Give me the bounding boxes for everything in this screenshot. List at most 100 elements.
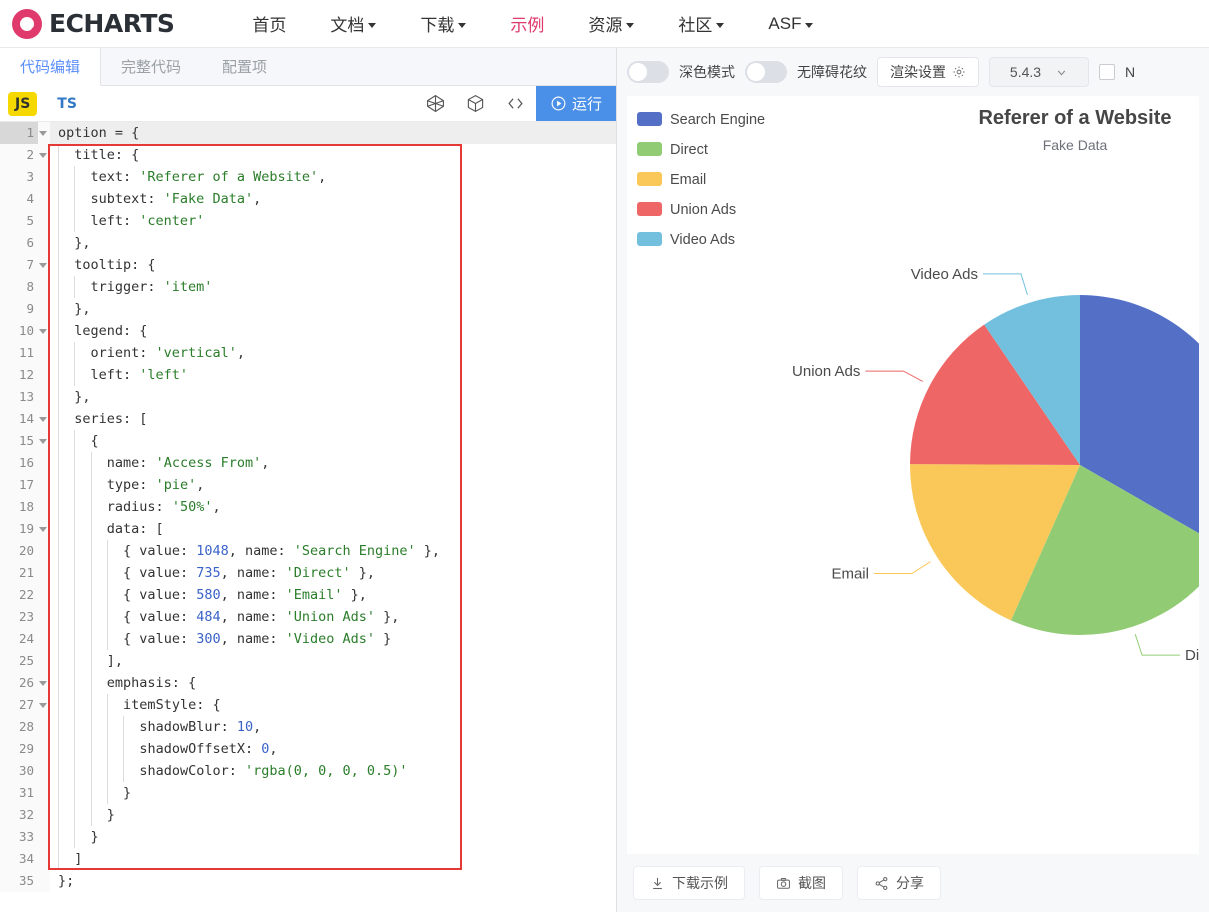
render-settings-button[interactable]: 渲染设置 [877, 57, 979, 87]
code-line[interactable]: 18 radius: '50%', [0, 496, 616, 518]
footer-button-0[interactable]: 下载示例 [633, 866, 745, 900]
share-icon [874, 876, 889, 891]
dark-mode-toggle[interactable] [627, 61, 669, 83]
code-line[interactable]: 13 }, [0, 386, 616, 408]
code-line-text: { value: 1048, name: 'Search Engine' }, [50, 540, 616, 562]
nav-link-2[interactable]: 下载 [398, 11, 488, 36]
nav-link-label: 首页 [252, 16, 287, 35]
code-line[interactable]: 8 trigger: 'item' [0, 276, 616, 298]
code-line[interactable]: 20 { value: 1048, name: 'Search Engine' … [0, 540, 616, 562]
nav-link-4[interactable]: 资源 [566, 11, 656, 36]
fold-toggle-icon[interactable] [38, 408, 50, 430]
code-line[interactable]: 17 type: 'pie', [0, 474, 616, 496]
chart-legend[interactable]: Search Engine Direct Email Union Ads Video A… [637, 112, 765, 248]
code-line[interactable]: 23 { value: 484, name: 'Union Ads' }, [0, 606, 616, 628]
download-icon [650, 876, 665, 891]
footer-button-2[interactable]: 分享 [857, 866, 941, 900]
code-line[interactable]: 22 { value: 580, name: 'Email' }, [0, 584, 616, 606]
nav-link-3[interactable]: 示例 [488, 11, 566, 36]
code-line[interactable]: 24 { value: 300, name: 'Video Ads' } [0, 628, 616, 650]
brand-logo-group[interactable]: ECHARTS [12, 8, 175, 39]
fold-toggle-icon[interactable] [38, 122, 50, 144]
fold-spacer [38, 826, 50, 848]
code-line[interactable]: 35}; [0, 870, 616, 892]
run-button[interactable]: 运行 [535, 86, 616, 121]
code-editor[interactable]: 1 option = {2 title: {3 text: 'Referer of… [0, 122, 616, 912]
code-line-text: } [50, 782, 616, 804]
code-line[interactable]: 33 } [0, 826, 616, 848]
code-line[interactable]: 29 shadowOffsetX: 0, [0, 738, 616, 760]
preview-toolbar: 深色模式 无障碍花纹 渲染设置 5.4.3 N [617, 48, 1209, 96]
line-number: 33 [0, 826, 38, 848]
accessibility-pattern-toggle[interactable] [745, 61, 787, 83]
node-checkbox[interactable] [1099, 64, 1115, 80]
pie-chart[interactable]: Referer of a Website Fake Data Search Engi… [627, 96, 1199, 854]
fold-spacer [38, 188, 50, 210]
code-line[interactable]: 26 emphasis: { [0, 672, 616, 694]
pie-label-line [1134, 634, 1181, 656]
code-line[interactable]: 1 option = { [0, 122, 616, 144]
line-number: 7 [0, 254, 38, 276]
editor-tab-1[interactable]: 完整代码 [101, 48, 202, 85]
code-brackets-icon[interactable] [496, 86, 536, 121]
lang-tab-js[interactable]: JS [8, 91, 38, 116]
editor-tab-0[interactable]: 代码编辑 [0, 48, 102, 86]
code-line[interactable]: 19 data: [ [0, 518, 616, 540]
code-line[interactable]: 16 name: 'Access From', [0, 452, 616, 474]
code-line[interactable]: 12 left: 'left' [0, 364, 616, 386]
code-line[interactable]: 21 { value: 735, name: 'Direct' }, [0, 562, 616, 584]
code-line[interactable]: 25 ], [0, 650, 616, 672]
code-line[interactable]: 14 series: [ [0, 408, 616, 430]
code-line[interactable]: 27 itemStyle: { [0, 694, 616, 716]
lang-tab-ts[interactable]: TS [51, 92, 83, 116]
gem-icon[interactable] [416, 86, 456, 121]
fold-toggle-icon[interactable] [38, 144, 50, 166]
code-lines: 1 option = {2 title: {3 text: 'Referer of… [0, 122, 616, 892]
fold-toggle-icon[interactable] [38, 430, 50, 452]
line-number: 8 [0, 276, 38, 298]
nav-link-1[interactable]: 文档 [308, 11, 398, 36]
version-selector[interactable]: 5.4.3 [989, 57, 1089, 87]
chevron-down-icon [1057, 70, 1066, 75]
code-line[interactable]: 34 ] [0, 848, 616, 870]
cube-icon[interactable] [456, 86, 496, 121]
code-line-text: left: 'center' [50, 210, 616, 232]
code-line[interactable]: 10 legend: { [0, 320, 616, 342]
chart-canvas[interactable]: Referer of a Website Fake Data Search Engi… [627, 96, 1199, 854]
code-line[interactable]: 11 orient: 'vertical', [0, 342, 616, 364]
code-line[interactable]: 15 { [0, 430, 616, 452]
nav-link-0[interactable]: 首页 [230, 11, 308, 36]
code-line[interactable]: 9 }, [0, 298, 616, 320]
code-line[interactable]: 2 title: { [0, 144, 616, 166]
legend-swatch [637, 142, 662, 156]
footer-button-1[interactable]: 截图 [759, 866, 843, 900]
pie-label: Union Ads [792, 363, 860, 380]
line-number: 16 [0, 452, 38, 474]
fold-toggle-icon[interactable] [38, 254, 50, 276]
code-line[interactable]: 32 } [0, 804, 616, 826]
editor-toolbar: JS TS 运行 [0, 86, 616, 122]
nav-link-6[interactable]: ASF [746, 14, 835, 34]
editor-tab-2[interactable]: 配置项 [202, 48, 288, 85]
pie-label: Video Ads [911, 266, 978, 283]
code-line-text: title: { [50, 144, 616, 166]
legend-swatch [637, 112, 662, 126]
fold-toggle-icon[interactable] [38, 518, 50, 540]
fold-spacer [38, 848, 50, 870]
code-line[interactable]: 4 subtext: 'Fake Data', [0, 188, 616, 210]
gear-icon [953, 66, 965, 78]
code-line[interactable]: 30 shadowColor: 'rgba(0, 0, 0, 0.5)' [0, 760, 616, 782]
fold-toggle-icon[interactable] [38, 320, 50, 342]
code-line[interactable]: 5 left: 'center' [0, 210, 616, 232]
fold-spacer [38, 716, 50, 738]
code-line[interactable]: 3 text: 'Referer of a Website', [0, 166, 616, 188]
fold-toggle-icon[interactable] [38, 672, 50, 694]
fold-toggle-icon[interactable] [38, 694, 50, 716]
code-line[interactable]: 7 tooltip: { [0, 254, 616, 276]
code-line[interactable]: 31 } [0, 782, 616, 804]
caret-down-icon [458, 22, 467, 28]
line-number: 21 [0, 562, 38, 584]
code-line[interactable]: 6 }, [0, 232, 616, 254]
nav-link-5[interactable]: 社区 [656, 11, 746, 36]
code-line[interactable]: 28 shadowBlur: 10, [0, 716, 616, 738]
